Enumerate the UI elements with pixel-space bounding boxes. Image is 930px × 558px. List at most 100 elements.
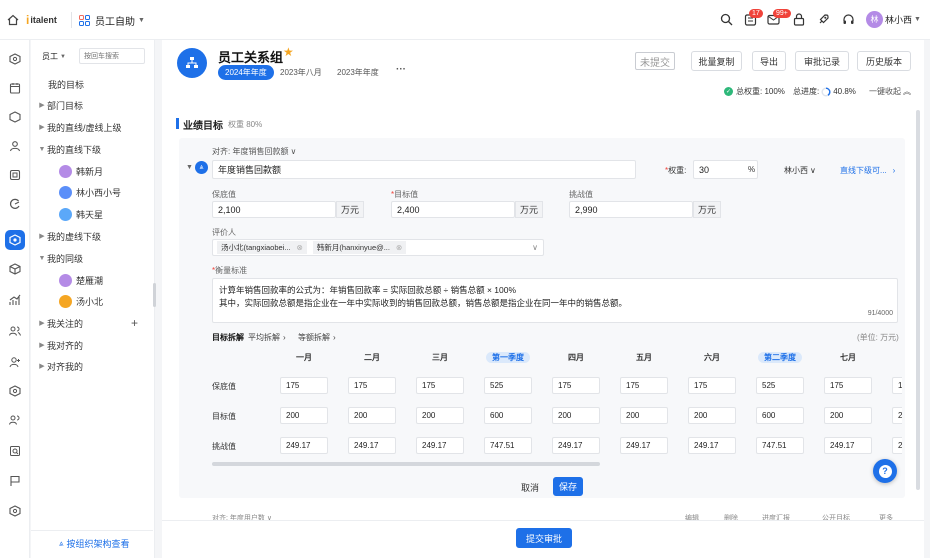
close-icon[interactable]: ⊗ (396, 243, 402, 252)
tab-2024-annual[interactable]: 2024年年度 (218, 65, 274, 80)
breakdown-cell-input[interactable]: 600 (484, 407, 532, 424)
cube-icon[interactable] (5, 259, 25, 279)
more-tabs-button[interactable]: ··· (396, 64, 406, 75)
breakdown-cell-input[interactable]: 200 (824, 407, 872, 424)
rocket-icon[interactable] (817, 13, 830, 26)
guarantee-input[interactable]: 2,100 (212, 201, 336, 218)
approval-record-button[interactable]: 审批记录 (795, 51, 849, 71)
breakdown-cell-input[interactable]: 249.17 (348, 437, 396, 454)
headset-icon[interactable] (842, 13, 855, 26)
collapse-goal-icon[interactable]: ▼ (186, 164, 193, 171)
breakdown-cell-input[interactable]: 249.17 (892, 437, 902, 454)
sidebar-collapse-handle[interactable] (153, 283, 156, 307)
collapse-all-button[interactable]: 一键收起 ︽ (869, 86, 911, 97)
sidebar-item-person[interactable]: 汤小北 (31, 291, 153, 311)
breakdown-cell-input[interactable]: 200 (280, 407, 328, 424)
owner-select[interactable]: 林小西 ∨ (784, 165, 816, 176)
search-input[interactable] (79, 48, 145, 64)
settings-icon[interactable] (5, 381, 25, 401)
breakdown-cell-input[interactable]: 175 (552, 377, 600, 394)
sidebar-item-dept-goals[interactable]: ▶ 部门目标 (31, 95, 153, 115)
breakdown-cell-input[interactable]: 200 (552, 407, 600, 424)
sidebar-item-person[interactable]: 楚雁潮 (31, 270, 153, 290)
brand-logo[interactable]: i italent (26, 12, 57, 28)
sidebar-item-person[interactable]: 韩新月 (31, 161, 153, 181)
search-icon[interactable] (720, 13, 733, 26)
goal-name-input[interactable]: 年度销售回款额 (212, 160, 636, 179)
card-icon[interactable] (5, 165, 25, 185)
breakdown-cell-input[interactable]: 175 (416, 377, 464, 394)
vertical-scrollbar[interactable] (916, 110, 920, 490)
sidebar-item-person[interactable]: 韩天星 (31, 204, 153, 224)
breakdown-cell-input[interactable]: 249.17 (688, 437, 736, 454)
target-icon[interactable] (5, 230, 25, 250)
lock-icon[interactable] (793, 13, 805, 26)
breakdown-cell-input[interactable]: 175 (348, 377, 396, 394)
org-view-link[interactable]: ⩓ 按组织架构查看 (59, 537, 130, 550)
breakdown-cell-input[interactable]: 525 (756, 377, 804, 394)
horizontal-scrollbar[interactable] (212, 462, 600, 466)
export-button[interactable]: 导出 (752, 51, 786, 71)
evaluator-select[interactable]: 汤小北(tangxiaobei... ⊗ 韩新月(hanxinyue@... ⊗ ∨ (212, 239, 544, 256)
search-doc-icon[interactable] (5, 441, 25, 461)
breakdown-cell-input[interactable]: 249.17 (824, 437, 872, 454)
shield-icon[interactable] (5, 107, 25, 127)
person-icon[interactable] (5, 136, 25, 156)
favorite-star-icon[interactable]: ★ (283, 45, 294, 59)
sidebar-item-following[interactable]: ▶ 我关注的 + (31, 313, 153, 333)
sidebar-item-aligned-by-me[interactable]: ▶ 我对齐的 (31, 335, 153, 355)
sidebar-item-direct-reports[interactable]: ▼ 我的直线下级 (31, 139, 153, 159)
visibility-link[interactable]: 直线下级可... › (840, 165, 895, 176)
chart-icon[interactable] (5, 194, 25, 214)
tab-2023-annual[interactable]: 2023年年度 (337, 67, 379, 78)
tab-2023-aug[interactable]: 2023年八月 (280, 67, 322, 78)
home-icon[interactable] (6, 13, 20, 27)
tab-equal-breakdown[interactable]: 等额拆解 › (298, 332, 336, 343)
breakdown-cell-input[interactable]: 200 (688, 407, 736, 424)
breakdown-cell-input[interactable]: 747.51 (756, 437, 804, 454)
target-input[interactable]: 2,400 (391, 201, 515, 218)
breakdown-cell-input[interactable]: 249.17 (620, 437, 668, 454)
breakdown-cell-input[interactable]: 175 (892, 377, 902, 394)
breakdown-cell-input[interactable]: 249.17 (416, 437, 464, 454)
breakdown-cell-input[interactable]: 249.17 (552, 437, 600, 454)
submit-approval-button[interactable]: 提交审批 (516, 528, 572, 548)
breakdown-cell-input[interactable]: 175 (280, 377, 328, 394)
more-settings-icon[interactable] (5, 501, 25, 521)
tab-goal-breakdown[interactable]: 目标拆解 (212, 332, 244, 343)
breakdown-cell-input[interactable]: 175 (688, 377, 736, 394)
history-version-button[interactable]: 历史版本 (857, 51, 911, 71)
sidebar-item-person[interactable]: 林小西小号 (31, 182, 153, 202)
user-add-icon[interactable] (5, 352, 25, 372)
sidebar-item-aligned-to-me[interactable]: ▶ 对齐我的 (31, 356, 153, 376)
calendar-icon[interactable] (5, 78, 25, 98)
sidebar-item-peers[interactable]: ▼ 我的同级 (31, 248, 153, 268)
breakdown-cell-input[interactable]: 200 (416, 407, 464, 424)
breakdown-cell-input[interactable]: 525 (484, 377, 532, 394)
close-icon[interactable]: ⊗ (297, 243, 303, 252)
user-menu[interactable]: 林 林小西 ▼ (866, 11, 921, 28)
batch-copy-button[interactable]: 批量复制 (691, 51, 742, 71)
add-icon[interactable]: + (131, 316, 138, 330)
save-button[interactable]: 保存 (553, 477, 583, 496)
criteria-textarea[interactable]: 计算年销售回款率的公式为：年销售回款率 = 实际回款总额 ÷ 销售总额 × 10… (212, 278, 898, 323)
sidebar-item-superiors[interactable]: ▶ 我的直线/虚线上级 (31, 117, 153, 137)
sidebar-item-dotted-reports[interactable]: ▶ 我的虚线下级 (31, 226, 153, 246)
breakdown-cell-input[interactable]: 200 (892, 407, 902, 424)
align-select[interactable]: 对齐: 年度销售回款额 ∨ (212, 146, 296, 157)
breakdown-cell-input[interactable]: 747.51 (484, 437, 532, 454)
org-icon[interactable] (5, 410, 25, 430)
breakdown-cell-input[interactable]: 249.17 (280, 437, 328, 454)
breakdown-cell-input[interactable]: 175 (824, 377, 872, 394)
cancel-button[interactable]: 取消 (515, 478, 545, 496)
flag-icon[interactable] (5, 471, 25, 491)
help-button[interactable]: ? (873, 459, 897, 483)
sidebar-item-my-goals[interactable]: 我的目标 (31, 74, 153, 94)
breakdown-cell-input[interactable]: 200 (348, 407, 396, 424)
growth-icon[interactable] (5, 290, 25, 310)
filter-select[interactable]: 员工 ▼ (42, 49, 76, 64)
team-icon[interactable] (5, 321, 25, 341)
breakdown-cell-input[interactable]: 600 (756, 407, 804, 424)
goal-icon[interactable] (5, 49, 25, 69)
app-switch-button[interactable]: 员工自助 ▼ (79, 12, 145, 28)
